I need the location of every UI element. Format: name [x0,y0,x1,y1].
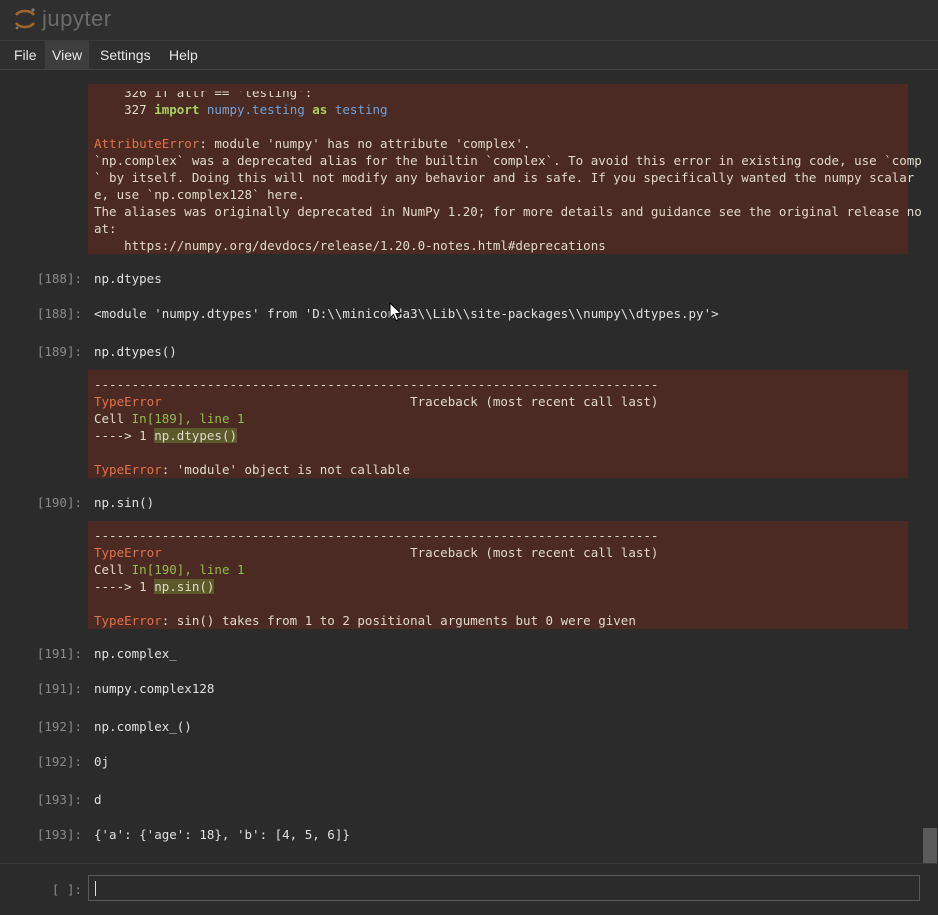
cell-output: 0j [94,754,110,769]
traceback-arrow: ----> 1 [94,579,155,594]
error-message: : module 'numpy' has no attribute 'compl… [199,136,531,151]
error-output-typeerror-190: ----------------------------------------… [88,521,908,629]
traceback-linenum: 327 [94,102,155,117]
cell-output: <module 'numpy.dtypes' from 'D:\\minicon… [94,306,719,321]
menu-view[interactable]: View [45,41,90,69]
error-message: The aliases was originally deprecated in… [94,204,922,219]
traceback-dashes: ----------------------------------------… [94,528,659,543]
notebook-panel[interactable]: 326 if attr == 'testing': 327 import num… [0,70,922,863]
console-input-area: [ ]: [0,863,938,915]
code-input[interactable] [88,875,920,901]
error-link[interactable]: https://numpy.org/devdocs/release/1.20.0… [94,237,606,254]
menu-help[interactable]: Help [162,41,205,69]
input-prompt: [190]: [36,495,82,510]
traceback-dashes: ----------------------------------------… [94,377,659,392]
menu-bar: File View Settings Help [0,41,938,70]
cell-output: numpy.complex128 [94,681,215,696]
mouse-pointer-icon [389,302,403,322]
error-name: TypeError [94,462,162,477]
error-message: ` by itself. Doing this will not modify … [94,170,922,185]
traceback-code: np.dtypes() [154,428,238,443]
error-message: at: [94,221,117,236]
keyword-as: as [312,102,328,117]
scrollbar-thumb[interactable] [923,828,937,863]
cell-ref: In[190], line 1 [131,562,245,577]
traceback-line: 326 if attr == 'testing': [94,85,313,100]
error-output-attributeerror: 326 if attr == 'testing': 327 import num… [88,84,922,254]
cell-code[interactable]: np.complex_() [94,718,192,735]
cell-code[interactable]: np.complex_ [94,645,177,662]
output-prompt: [188]: [36,306,82,321]
error-message: `np.complex` was a deprecated alias for … [94,153,922,168]
error-name: TypeError [94,545,162,560]
cell-label: Cell [94,411,132,426]
output-prompt: [191]: [36,681,82,696]
app-name: jupyter [42,6,112,31]
error-message: : sin() takes from 1 to 2 positional arg… [161,613,636,628]
input-prompt: [188]: [36,271,82,286]
traceback-code: np.sin() [154,579,215,594]
scrollbar-track[interactable] [922,70,938,863]
error-message: : 'module' object is not callable [161,462,411,477]
cell-code[interactable]: np.dtypes [94,270,162,287]
cell-code[interactable]: np.sin() [94,494,154,511]
input-prompt: [193]: [36,792,82,807]
error-name: TypeError [94,613,162,628]
jupyter-logo-icon [14,8,36,30]
keyword-import: import [154,102,200,117]
error-output-typeerror-189: ----------------------------------------… [88,370,908,478]
input-prompt: [192]: [36,719,82,734]
menu-settings[interactable]: Settings [93,41,158,69]
error-message: e, use `np.complex128` here. [94,187,305,202]
traceback-arrow: ----> 1 [94,428,155,443]
error-name: TypeError [94,394,162,409]
input-prompt: [ ]: [51,882,82,897]
traceback-header: Traceback (most recent call last) [161,545,659,560]
cell-code[interactable]: np.dtypes() [94,343,177,360]
top-bar: jupyter [0,0,938,41]
text-caret [95,881,96,896]
traceback-header: Traceback (most recent call last) [161,394,659,409]
cell-output: {'a': {'age': 18}, 'b': [4, 5, 6]} [94,827,350,842]
menu-file[interactable]: File [7,41,44,69]
input-prompt: [191]: [36,646,82,661]
module-name: numpy.testing [206,102,305,117]
error-name: AttributeError [94,136,200,151]
cell-ref: In[189], line 1 [131,411,245,426]
input-prompt: [189]: [36,344,82,359]
output-prompt: [192]: [36,754,82,769]
cell-label: Cell [94,562,132,577]
output-prompt: [193]: [36,827,82,842]
cell-code[interactable]: d [94,791,102,808]
alias-name: testing [334,102,388,117]
